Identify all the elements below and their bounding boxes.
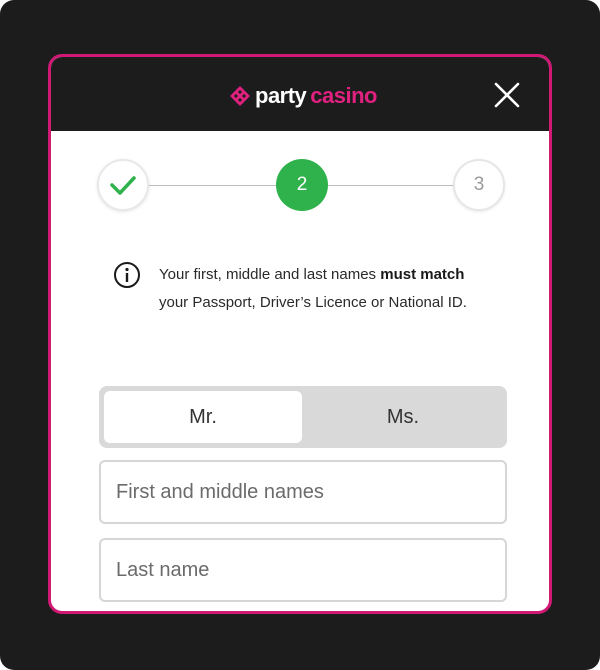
brand-logo: party casino — [229, 81, 377, 111]
title-option-mr[interactable]: Mr. — [104, 391, 302, 443]
step-connector — [149, 185, 276, 186]
close-button[interactable] — [491, 79, 523, 111]
step-2-number: 2 — [296, 174, 308, 195]
close-icon — [494, 82, 520, 108]
diamond-dots-logo-icon — [230, 86, 250, 106]
logo-text-casino: casino — [310, 83, 377, 108]
step-3-number: 3 — [473, 174, 485, 195]
info-text-emphasis: must match — [380, 266, 465, 283]
last-name-input[interactable] — [101, 540, 505, 600]
registration-stepper: 2 3 — [51, 131, 549, 241]
first-middle-names-input[interactable] — [101, 462, 505, 522]
step-connector — [328, 185, 453, 186]
step-2-active: 2 — [276, 159, 328, 211]
last-name-field-wrapper — [99, 538, 507, 602]
info-icon — [114, 262, 140, 288]
step-1-completed — [97, 159, 149, 211]
step-3-pending: 3 — [453, 159, 505, 211]
info-text: Your first, middle and last names must m… — [159, 261, 479, 317]
first-name-field-wrapper — [99, 460, 507, 524]
title-option-ms[interactable]: Ms. — [304, 391, 502, 443]
info-text-after: your Passport, Driver’s Licence or Natio… — [159, 294, 467, 311]
registration-modal: party casino 2 3 Your first, middle and … — [48, 54, 552, 614]
logo-text-party: party — [255, 83, 307, 108]
page-background: party casino 2 3 Your first, middle and … — [0, 0, 600, 670]
info-text-before: Your first, middle and last names — [159, 266, 381, 283]
modal-header: party casino — [51, 57, 549, 131]
check-icon — [110, 176, 136, 195]
title-toggle: Mr. Ms. — [99, 386, 507, 448]
